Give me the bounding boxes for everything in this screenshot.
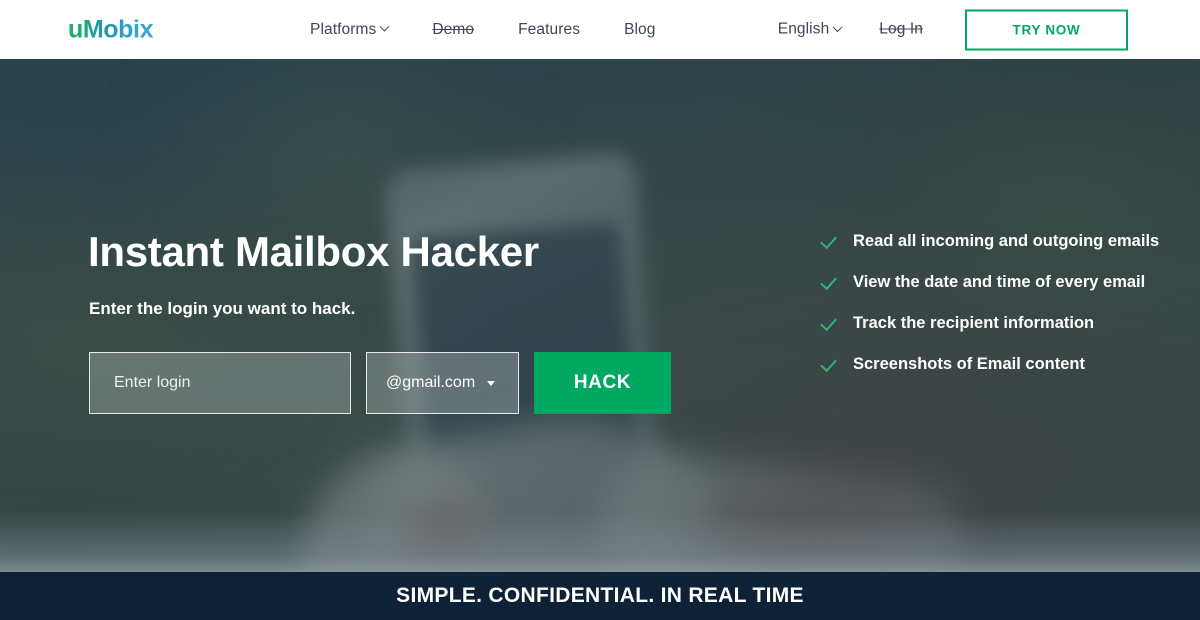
hero-content: Instant Mailbox Hacker Enter the login y… — [0, 59, 1200, 572]
domain-select[interactable]: @gmail.com — [366, 352, 519, 414]
feature-item: View the date and time of every email — [820, 273, 1159, 292]
hack-submit-button[interactable]: HACK — [534, 352, 671, 414]
header-right-group: English Log In TRY NOW — [778, 9, 1128, 50]
check-icon — [820, 315, 837, 332]
nav-item-features[interactable]: Features — [518, 21, 580, 39]
check-icon — [820, 356, 837, 373]
nav-item-platforms-label: Platforms — [310, 20, 377, 38]
nav-item-blog[interactable]: Blog — [624, 21, 655, 39]
feature-list: Read all incoming and outgoing emails Vi… — [820, 232, 1159, 374]
nav-item-demo[interactable]: Demo — [432, 21, 474, 39]
feature-item-label: Screenshots of Email content — [853, 355, 1085, 373]
login-link[interactable]: Log In — [879, 21, 923, 39]
check-icon — [820, 233, 837, 250]
chevron-down-icon — [832, 21, 843, 32]
tagline-bar: SIMPLE. CONFIDENTIAL. IN REAL TIME — [0, 572, 1200, 620]
domain-select-value: @gmail.com — [386, 374, 476, 391]
caret-down-icon — [487, 381, 495, 386]
check-icon — [820, 274, 837, 291]
tagline-text: SIMPLE. CONFIDENTIAL. IN REAL TIME — [396, 584, 804, 607]
hero-title: Instant Mailbox Hacker — [88, 228, 539, 275]
feature-item: Read all incoming and outgoing emails — [820, 232, 1159, 251]
try-now-button[interactable]: TRY NOW — [965, 9, 1128, 50]
feature-item: Track the recipient information — [820, 314, 1159, 333]
nav-item-platforms[interactable]: Platforms — [310, 20, 390, 39]
brand-logo[interactable]: uMobix — [68, 15, 153, 44]
main-navigation: Platforms Demo Features Blog — [310, 21, 656, 39]
language-selector-label: English — [777, 20, 830, 38]
language-selector[interactable]: English — [777, 20, 843, 39]
chevron-down-icon — [379, 21, 390, 32]
feature-item-label: Track the recipient information — [853, 314, 1095, 332]
feature-item: Screenshots of Email content — [820, 355, 1159, 374]
site-header: uMobix Platforms Demo Features Blog Engl… — [0, 0, 1200, 59]
page-root: uMobix Platforms Demo Features Blog Engl… — [0, 0, 1200, 620]
hero-section: Instant Mailbox Hacker Enter the login y… — [0, 59, 1200, 572]
login-input[interactable] — [89, 352, 351, 414]
feature-item-label: Read all incoming and outgoing emails — [853, 232, 1160, 250]
hack-form: @gmail.com HACK — [89, 352, 671, 414]
hero-subtitle: Enter the login you want to hack. — [89, 299, 356, 318]
feature-item-label: View the date and time of every email — [853, 273, 1146, 291]
